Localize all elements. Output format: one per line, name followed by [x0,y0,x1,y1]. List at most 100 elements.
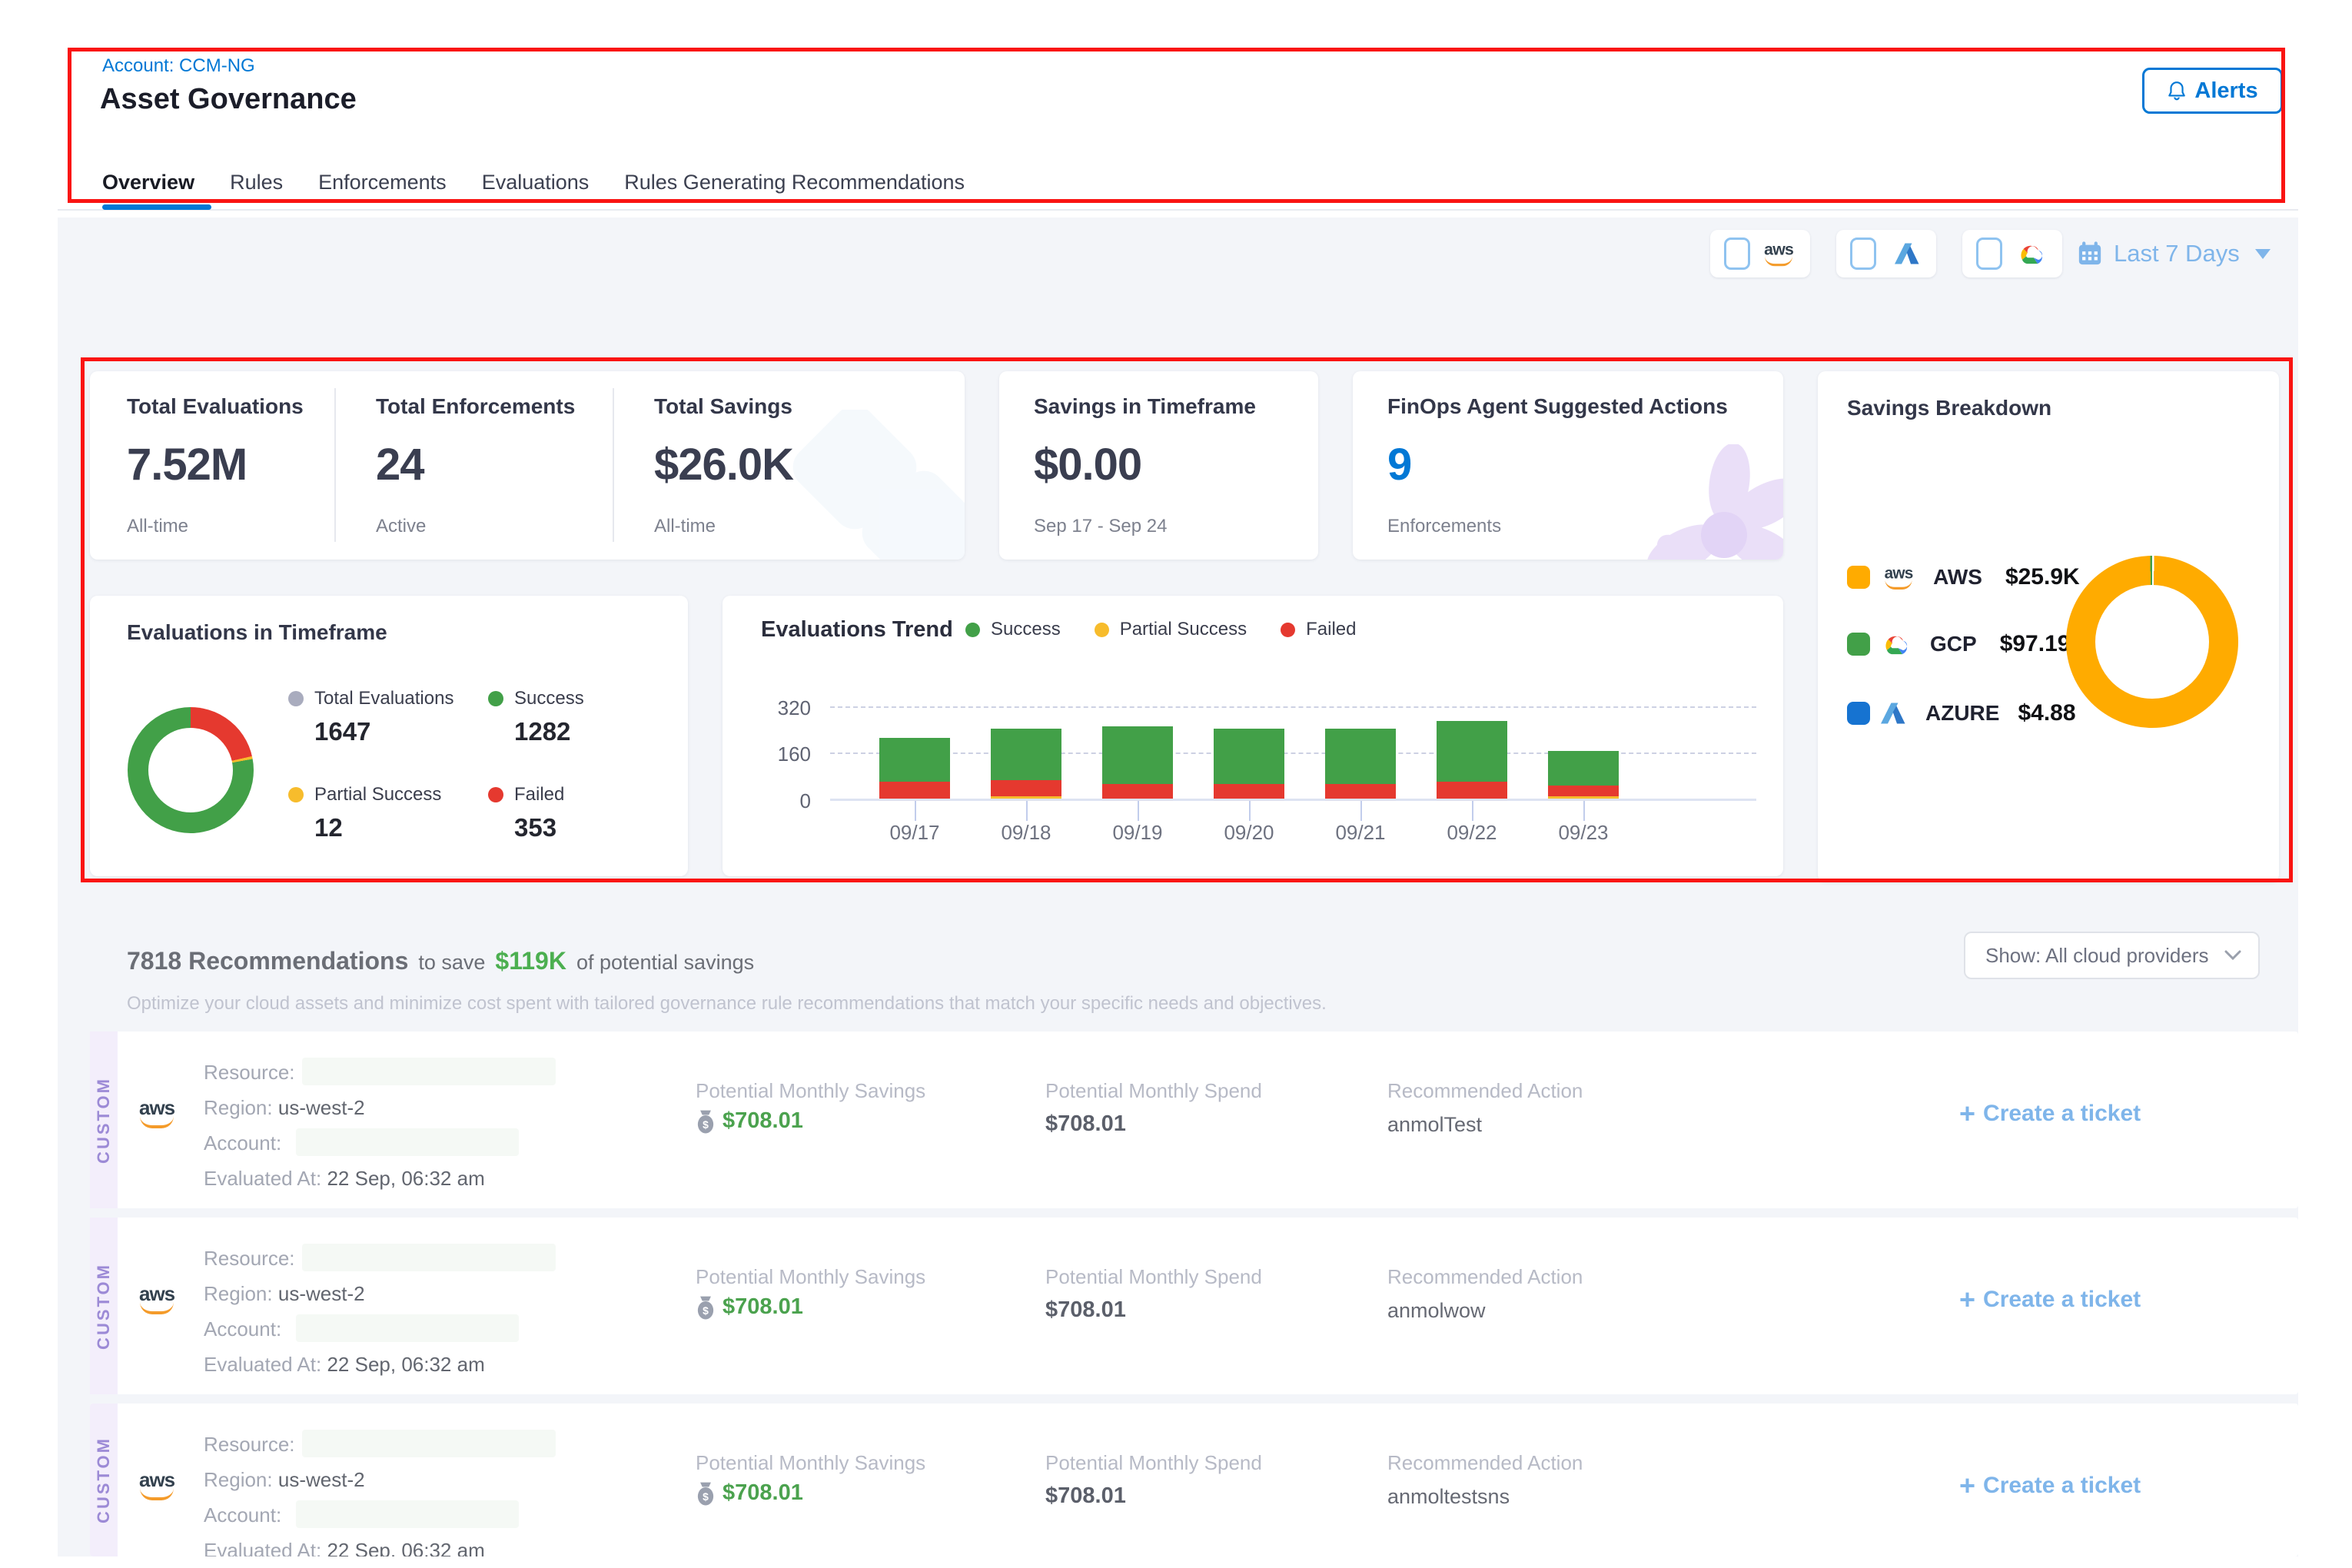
evaluated-line: Evaluated At: 22 Sep, 06:32 am [204,1539,485,1556]
tab-evaluations[interactable]: Evaluations [482,171,590,194]
total-savings-value: $26.0K [654,439,793,490]
create-ticket-button[interactable]: + Create a ticket [1959,1098,2141,1130]
money-bag-icon: $ [696,1109,716,1134]
azure-checkbox[interactable] [1850,238,1876,270]
bar-segment [879,782,950,799]
gcp-checkbox[interactable] [1976,238,2002,270]
evaluations-timeframe-card: Evaluations in Timeframe Total Evaluatio… [90,596,688,876]
stat-divider [613,388,614,542]
x-axis-tick [1026,801,1028,821]
resource-redacted [302,1430,556,1457]
account-breadcrumb[interactable]: Account: CCM-NG [102,55,255,77]
recommendations-tail: of potential savings [576,951,754,975]
savings-value-row: $ $708.01 [696,1108,803,1134]
total-enforcements-label: Total Enforcements [376,394,575,419]
action-value: anmoltestsns [1387,1485,1510,1509]
gcp-logo-icon [1881,632,1913,656]
spend-label: Potential Monthly Spend [1045,1451,1262,1475]
money-bag-icon: $ [696,1481,716,1506]
finops-actions-card: FinOps Agent Suggested Actions 9 Enforce… [1353,371,1783,560]
finops-actions-sub: Enforcements [1387,516,1501,537]
savings-timeframe-card: Savings in Timeframe $0.00 Sep 17 - Sep … [999,371,1318,560]
date-range-picker[interactable]: Last 7 Days [2077,234,2271,273]
resource-label: Resource: [204,1247,295,1271]
legend-partial-value: 12 [314,813,441,842]
savings-timeframe-label: Savings in Timeframe [1034,394,1256,419]
breakdown-value: $4.88 [2018,700,2075,726]
evaluations-donut-hole [148,728,233,812]
x-axis-label: 09/17 [869,821,961,845]
x-axis-tick [915,801,916,821]
x-axis-label: 09/22 [1426,821,1518,845]
spend-value: $708.01 [1045,1297,1126,1323]
recommendation-row: CUSTOM aws Resource: Region: us-west-2 A… [90,1218,2298,1394]
custom-tag: CUSTOM [90,1031,118,1208]
recommendations-subtitle: Optimize your cloud assets and minimize … [127,993,1327,1015]
aws-logo-icon: aws [1764,241,1793,267]
tab-bar: Overview Rules Enforcements Evaluations … [102,171,965,194]
bar-segment [991,780,1061,796]
savings-breakdown-card: Savings Breakdown aws AWS $25.9K GCP $97… [1818,371,2279,882]
breakdown-provider: AWS [1933,565,1982,590]
spend-label: Potential Monthly Spend [1045,1079,1262,1103]
recommendations-heading: 7818 Recommendations to save $119K of po… [127,947,754,975]
partial-dot-icon [288,787,304,802]
savings-value-row: $ $708.01 [696,1480,803,1506]
aws-logo-icon: aws [1885,565,1913,590]
ytick-320: 320 [757,696,811,720]
resource-label: Resource: [204,1433,295,1457]
legend-success: Success 1282 [488,688,584,746]
chevron-down-icon [2224,950,2241,961]
total-enforcements-value: 24 [376,439,424,490]
legend-success-value: 1282 [514,717,584,746]
custom-tag: CUSTOM [90,1218,118,1394]
tabbar-divider [58,209,2298,211]
x-axis-label: 09/20 [1203,821,1295,845]
aws-checkbox[interactable] [1724,238,1750,270]
aws-logo-icon: aws [139,1098,174,1128]
tab-rules[interactable]: Rules [230,171,283,194]
account-redacted [296,1128,519,1156]
provider-filter-gcp[interactable] [1962,230,2062,277]
trend-bars-plot [830,683,1760,799]
recommendations-amount: $119K [495,947,566,975]
evaluated-line: Evaluated At: 22 Sep, 06:32 am [204,1167,485,1191]
tab-overview[interactable]: Overview [102,171,194,194]
spend-value: $708.01 [1045,1483,1126,1509]
evaluated-line: Evaluated At: 22 Sep, 06:32 am [204,1353,485,1377]
action-value: anmolTest [1387,1113,1482,1137]
breakdown-legend-aws: aws AWS $25.9K [1847,562,2080,593]
trend-ticks [830,801,1760,822]
success-dot-icon [488,691,503,706]
legend-partial-success: Partial Success 12 [288,784,441,842]
breakdown-legend-gcp: GCP $97.19 [1847,631,2070,657]
tab-rules-generating-recommendations[interactable]: Rules Generating Recommendations [624,171,965,194]
account-label: Account: [204,1503,281,1527]
bar-segment [1214,729,1284,784]
calendar-icon [2077,241,2103,267]
provider-filter-azure[interactable] [1836,230,1936,277]
partial-dot-icon [1095,623,1109,637]
alerts-button[interactable]: Alerts [2142,68,2283,114]
region-line: Region: us-west-2 [204,1282,365,1306]
failed-dot-icon [1281,623,1295,637]
bar-segment [1102,726,1173,785]
breakdown-provider: GCP [1930,632,1977,656]
aws-logo-icon: aws [139,1470,174,1500]
create-ticket-button[interactable]: + Create a ticket [1959,1470,2141,1502]
bar-segment [1548,786,1619,796]
action-label: Recommended Action [1387,1265,1583,1289]
tab-enforcements[interactable]: Enforcements [318,171,447,194]
cloud-provider-filter-dropdown[interactable]: Show: All cloud providers [1964,932,2260,979]
evaluations-trend-title: Evaluations Trend [761,617,953,643]
plus-icon: + [1959,1098,1975,1130]
savings-value: $708.01 [723,1294,803,1320]
bar-segment [1548,796,1619,799]
provider-filter-aws[interactable]: aws [1710,230,1810,277]
x-axis-tick [1583,801,1585,821]
total-dot-icon [288,691,304,706]
create-ticket-button[interactable]: + Create a ticket [1959,1284,2141,1316]
bar-segment [879,738,950,782]
dropdown-label: Show: All cloud providers [1985,944,2208,968]
svg-text:$: $ [703,1490,709,1503]
